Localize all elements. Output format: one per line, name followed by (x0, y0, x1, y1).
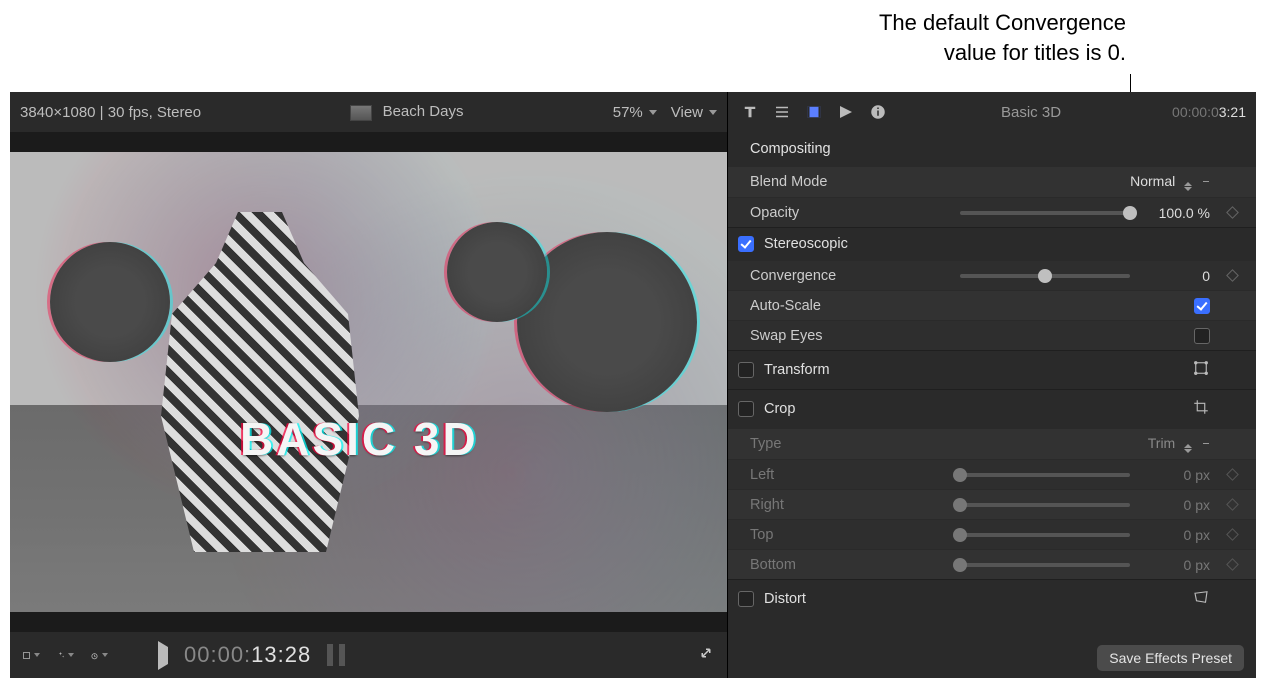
opacity-label: Opacity (750, 205, 900, 221)
inspector-clip-name: Basic 3D (898, 104, 1164, 121)
generator-inspector-tab[interactable] (834, 102, 858, 122)
auto-scale-checkbox[interactable] (1194, 298, 1210, 314)
inspector-pane: Basic 3D 00:00:03:21 Compositing Blend M… (728, 92, 1256, 678)
crop-type-row: Type Trim (728, 428, 1256, 459)
enhance-tool-dropdown[interactable] (56, 646, 74, 664)
annotation-text: The default Convergence value for titles… (879, 8, 1126, 67)
transform-onscreen-icon[interactable] (1192, 359, 1210, 381)
distort-onscreen-icon[interactable] (1192, 588, 1210, 610)
convergence-row: Convergence 0 (728, 260, 1256, 290)
distort-header: Distort (764, 591, 806, 607)
audio-meters (327, 644, 345, 666)
crop-header: Crop (764, 401, 795, 417)
transform-checkbox[interactable] (738, 362, 754, 378)
retime-tool-dropdown[interactable] (90, 646, 108, 664)
crop-bottom-slider[interactable] (960, 563, 1130, 567)
auto-scale-label: Auto-Scale (750, 298, 900, 314)
inspector-footer: Save Effects Preset (728, 638, 1256, 678)
viewer-pane: 3840×1080 | 30 fps, Stereo Beach Days 57… (10, 92, 728, 678)
save-effects-preset-button[interactable]: Save Effects Preset (1097, 645, 1244, 671)
opacity-value[interactable]: 100.0 % (1140, 205, 1210, 221)
swap-eyes-label: Swap Eyes (750, 328, 900, 344)
inspector-tabs: Basic 3D 00:00:03:21 (728, 92, 1256, 132)
crop-top-keyframe[interactable] (1220, 528, 1244, 542)
auto-scale-row: Auto-Scale (728, 290, 1256, 320)
distort-section[interactable]: Distort (728, 579, 1256, 618)
scene-element (50, 242, 170, 362)
inspector-body: Compositing Blend Mode Normal Opacity 10… (728, 132, 1256, 638)
scene-element (447, 222, 547, 322)
crop-left-row: Left 0 px (728, 459, 1256, 489)
stereoscopic-section[interactable]: Stereoscopic (728, 227, 1256, 260)
clip-indicator[interactable]: Beach Days (350, 103, 463, 120)
crop-onscreen-icon[interactable] (1192, 398, 1210, 420)
video-inspector-tab[interactable] (802, 102, 826, 122)
crop-bottom-keyframe[interactable] (1220, 558, 1244, 572)
format-info: 3840×1080 | 30 fps, Stereo (20, 104, 201, 121)
convergence-value[interactable]: 0 (1140, 268, 1210, 284)
viewer-toolbar: 3840×1080 | 30 fps, Stereo Beach Days 57… (10, 92, 727, 132)
compositing-header: Compositing (728, 132, 1256, 166)
convergence-keyframe[interactable] (1220, 269, 1244, 283)
transform-header: Transform (764, 362, 830, 378)
inspector-timecode: 00:00:03:21 (1172, 104, 1246, 120)
crop-top-slider[interactable] (960, 533, 1130, 537)
annotation-line1: The default Convergence (879, 8, 1126, 38)
crop-bottom-row: Bottom 0 px (728, 549, 1256, 579)
view-dropdown[interactable]: View (671, 104, 717, 121)
opacity-row: Opacity 100.0 % (728, 197, 1256, 227)
paragraph-inspector-tab[interactable] (770, 102, 794, 122)
blend-mode-row: Blend Mode Normal (728, 166, 1256, 197)
transform-tool-dropdown[interactable] (22, 646, 40, 664)
filmstrip-icon (350, 105, 372, 121)
title-overlay: BASIC 3D (240, 412, 479, 466)
zoom-dropdown[interactable]: 57% (613, 104, 657, 121)
opacity-slider[interactable] (960, 211, 1130, 215)
stereoscopic-checkbox[interactable] (738, 236, 754, 252)
text-inspector-tab[interactable] (738, 102, 762, 122)
transform-section[interactable]: Transform (728, 350, 1256, 389)
blend-mode-select[interactable]: Normal (1130, 173, 1210, 191)
play-button[interactable] (158, 647, 168, 664)
play-icon (158, 641, 168, 670)
crop-right-slider[interactable] (960, 503, 1130, 507)
viewer-timecode[interactable]: 00:00:13:28 (184, 642, 311, 668)
convergence-label: Convergence (750, 268, 900, 284)
crop-top-row: Top 0 px (728, 519, 1256, 549)
crop-right-row: Right 0 px (728, 489, 1256, 519)
crop-right-keyframe[interactable] (1220, 498, 1244, 512)
info-inspector-tab[interactable] (866, 102, 890, 122)
blend-mode-label: Blend Mode (750, 174, 900, 190)
swap-eyes-row: Swap Eyes (728, 320, 1256, 350)
crop-type-label: Type (750, 436, 900, 452)
distort-checkbox[interactable] (738, 591, 754, 607)
swap-eyes-checkbox[interactable] (1194, 328, 1210, 344)
viewer-transport: 00:00:13:28 (10, 632, 727, 678)
stereoscopic-header: Stereoscopic (764, 236, 848, 252)
convergence-slider[interactable] (960, 274, 1130, 278)
opacity-keyframe[interactable] (1220, 206, 1244, 220)
clip-name: Beach Days (383, 103, 464, 120)
crop-checkbox[interactable] (738, 401, 754, 417)
crop-left-slider[interactable] (960, 473, 1130, 477)
viewer-canvas[interactable]: BASIC 3D (10, 132, 727, 632)
crop-type-select[interactable]: Trim (1148, 435, 1210, 453)
crop-left-keyframe[interactable] (1220, 468, 1244, 482)
app-window: 3840×1080 | 30 fps, Stereo Beach Days 57… (10, 92, 1256, 678)
crop-section[interactable]: Crop (728, 389, 1256, 428)
fullscreen-button[interactable] (697, 644, 715, 666)
annotation-line2: value for titles is 0. (879, 38, 1126, 68)
